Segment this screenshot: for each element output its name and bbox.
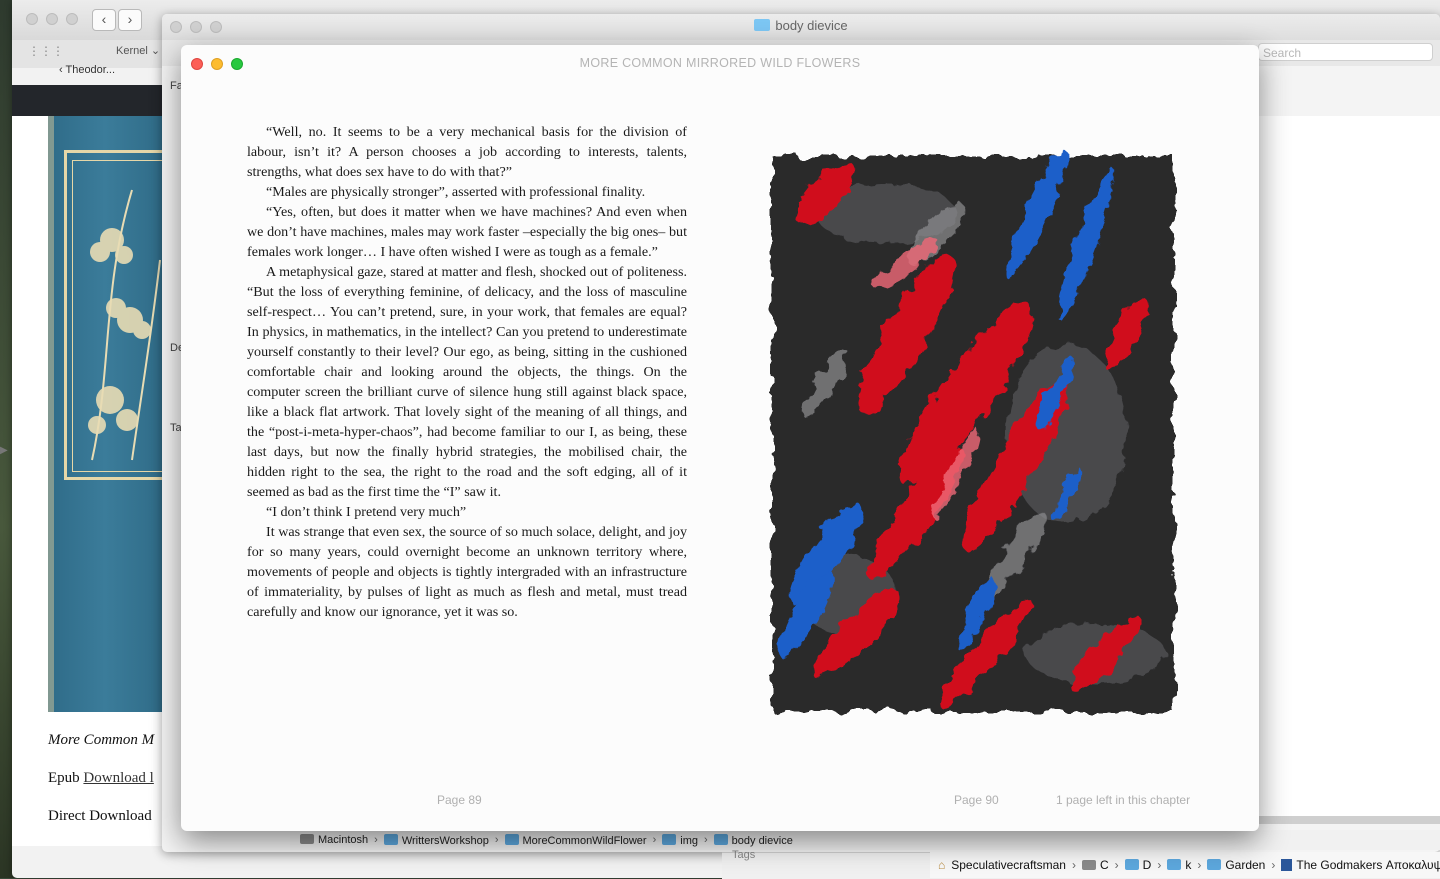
paragraph: “Well, no. It seems to be a very mechani… xyxy=(247,124,687,180)
paragraph: A metaphysical gaze, stared at matter an… xyxy=(247,264,687,500)
home-icon: ⌂ xyxy=(938,858,946,872)
paragraph: “Males are physically stronger”, asserte… xyxy=(266,184,646,200)
finder-content-area xyxy=(1259,116,1440,816)
chevron-down-icon: ⌄ xyxy=(150,45,161,57)
browser-zoom-button[interactable] xyxy=(66,13,78,25)
folder-icon xyxy=(383,833,398,845)
search-input[interactable]: Search xyxy=(1258,43,1433,61)
horizontal-scrollbar[interactable] xyxy=(1259,816,1440,824)
chevron-left-icon: ‹ xyxy=(101,11,107,27)
left-page-text: “Well, no. It seems to be a very mechani… xyxy=(247,122,687,622)
path-item-writtersworkshop[interactable]: WrittersWorkshop xyxy=(383,833,489,847)
epub-line: Epub Download l xyxy=(48,770,154,787)
sidebar-label-ta: Ta xyxy=(170,422,182,434)
forward-button[interactable]: › xyxy=(118,9,142,31)
path-separator: › xyxy=(374,834,378,846)
path-item-body-dievice[interactable]: body dievice xyxy=(713,833,793,847)
book-title: MORE COMMON MIRRORED WILD FLOWERS xyxy=(579,56,861,70)
epub-download-link[interactable]: Download l xyxy=(83,770,153,786)
side-arrow-icon[interactable]: ▶ xyxy=(0,445,8,456)
flower-illustration xyxy=(88,189,161,461)
browser-minimize-button[interactable] xyxy=(46,13,58,25)
epub-label: Epub xyxy=(48,770,80,786)
back-button[interactable]: ‹ xyxy=(92,9,116,31)
pages-left-in-chapter: 1 page left in this chapter xyxy=(1056,793,1191,807)
finder-title: body dievice xyxy=(162,18,1440,33)
folder-icon xyxy=(1167,859,1182,870)
favorites-item[interactable]: Garden xyxy=(1207,858,1265,872)
path-item-img[interactable]: img xyxy=(662,833,698,847)
folder-icon xyxy=(713,833,728,845)
left-page-number: Page 89 xyxy=(437,793,482,807)
browser-close-button[interactable] xyxy=(26,13,38,25)
favorites-item[interactable]: C xyxy=(1081,858,1109,872)
paragraph: It was strange that even sex, the source… xyxy=(247,524,687,620)
tags-label: Tags xyxy=(732,849,756,861)
folder-icon xyxy=(504,833,519,845)
direct-download-link[interactable]: Direct Download xyxy=(48,808,152,825)
disk-icon xyxy=(1081,860,1096,870)
favorites-bar: ⌂ Speculativecraftsman › C › D › k › Garden ›… xyxy=(930,852,1440,878)
paragraph: “I don’t think I pretend very much” xyxy=(266,504,467,520)
path-item-macintosh[interactable]: Macintosh xyxy=(300,834,368,846)
grid-icon[interactable]: ⋮⋮⋮ xyxy=(28,44,64,58)
browser-tab[interactable]: ‹ Theodor... xyxy=(12,64,162,84)
book-caption: More Common M xyxy=(48,732,155,748)
disk-icon xyxy=(300,834,314,844)
abstract-painting-image xyxy=(772,150,1174,712)
word-doc-icon xyxy=(1281,859,1293,871)
path-separator: › xyxy=(652,834,657,846)
folder-icon xyxy=(1207,859,1222,870)
path-separator: › xyxy=(494,834,499,846)
favorites-item[interactable]: Speculativecraftsman xyxy=(951,858,1066,872)
path-item-morecommonwildflower[interactable]: MoreCommonWildFlower xyxy=(504,833,647,847)
right-page-number: Page 90 xyxy=(954,793,999,807)
folder-icon xyxy=(662,833,677,845)
path-bar: Macintosh › WrittersWorkshop › MoreCommo… xyxy=(290,830,1440,850)
chevron-right-icon: › xyxy=(127,11,133,27)
favorites-item[interactable]: The Godmakers Αποκαλυψ xyxy=(1281,858,1440,872)
cover-edge xyxy=(48,116,54,712)
favorites-item[interactable]: D xyxy=(1124,858,1151,872)
font-selector[interactable]: Kernel ⌄ xyxy=(116,44,160,57)
favorites-item[interactable]: k xyxy=(1167,858,1191,872)
paragraph: “Yes, often, but does it matter when we … xyxy=(247,204,687,260)
folder-icon xyxy=(1124,859,1139,870)
path-separator: › xyxy=(703,834,708,846)
folder-icon xyxy=(754,19,771,31)
